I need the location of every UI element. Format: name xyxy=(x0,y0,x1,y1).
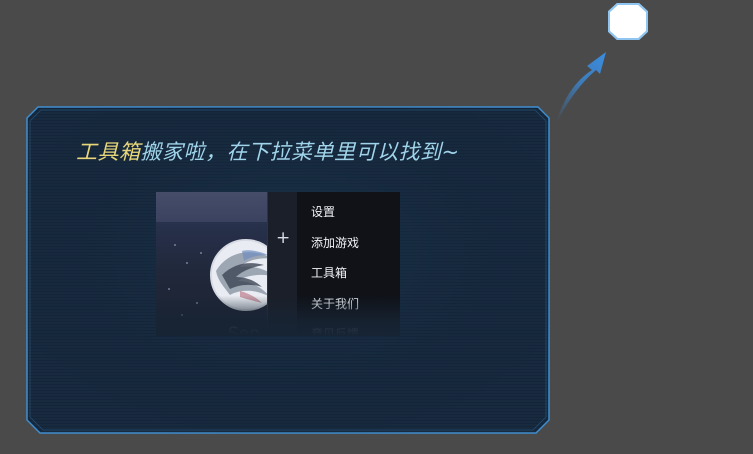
star-dot xyxy=(196,302,198,304)
add-column: + xyxy=(267,192,298,336)
star-dot xyxy=(174,244,176,246)
octagon-button-icon[interactable] xyxy=(608,3,648,40)
star-dot xyxy=(181,314,183,316)
menu-item-add-game[interactable]: 添加游戏 xyxy=(311,234,359,251)
curved-arrow-icon xyxy=(556,52,606,124)
octagon-button-inner xyxy=(610,5,646,38)
plus-icon[interactable]: + xyxy=(276,230,290,247)
user-name: Sen xyxy=(228,324,261,336)
menu-item-toolbox[interactable]: 工具箱 xyxy=(311,264,347,281)
menu-item-feedback[interactable]: 意见反馈 xyxy=(311,325,359,336)
tip-panel: 工具箱搬家啦，在下拉菜单里可以找到~ Sen + 设置 添加游戏 工具箱 关于我… xyxy=(26,106,550,434)
menu-item-about-us[interactable]: 关于我们 xyxy=(311,295,359,312)
star-dot xyxy=(200,252,202,254)
tip-title-highlight: 工具箱 xyxy=(76,140,141,164)
star-dot xyxy=(186,262,188,264)
tip-title: 工具箱搬家啦，在下拉菜单里可以找到~ xyxy=(76,136,460,166)
preview-top-bar xyxy=(156,192,267,222)
dropdown-preview: Sen + 设置 添加游戏 工具箱 关于我们 意见反馈 xyxy=(156,192,400,336)
dropdown-menu: 设置 添加游戏 工具箱 关于我们 意见反馈 xyxy=(297,192,400,336)
star-dot xyxy=(168,288,170,290)
menu-item-settings[interactable]: 设置 xyxy=(311,203,335,220)
tip-title-text: 搬家啦，在下拉菜单里可以找到~ xyxy=(140,140,460,164)
